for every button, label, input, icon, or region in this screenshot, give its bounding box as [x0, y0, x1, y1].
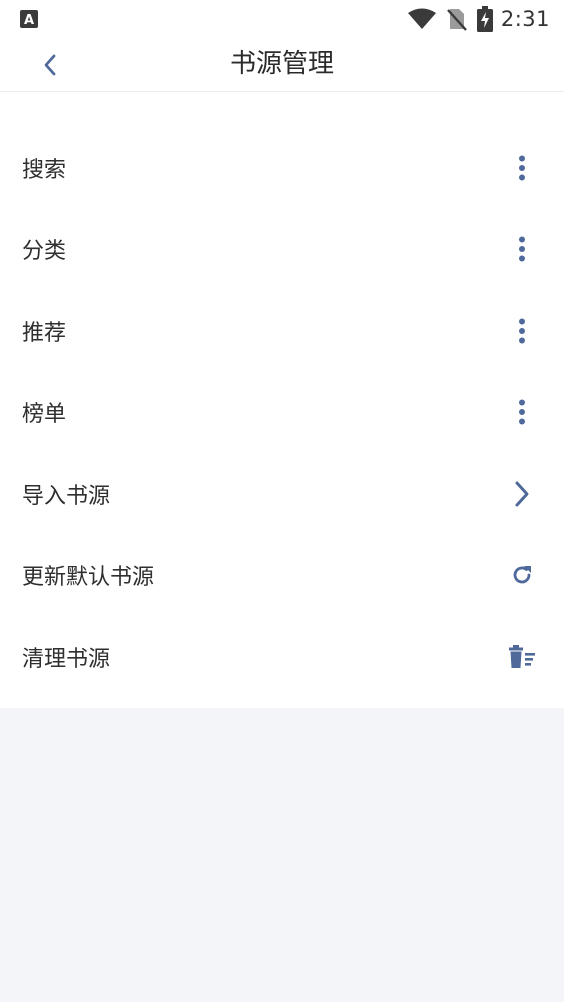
- app-notification-letter: A: [24, 13, 34, 28]
- more-vertical-icon: [519, 236, 525, 262]
- status-indicators: 2:31: [407, 0, 550, 38]
- list-item-label: 导入书源: [22, 483, 111, 509]
- back-button[interactable]: [30, 45, 70, 85]
- import-source-arrow: [504, 476, 540, 512]
- battery-charging-icon: [476, 6, 493, 32]
- chevron-left-icon: [44, 54, 56, 76]
- app-bar: 书源管理: [0, 38, 564, 92]
- more-vertical-icon: [519, 318, 525, 344]
- list-item-search[interactable]: 搜索: [0, 127, 564, 209]
- clean-source-button[interactable]: [504, 639, 540, 675]
- update-default-source-button[interactable]: [504, 557, 540, 593]
- list-item-label: 清理书源: [22, 646, 111, 672]
- status-bar: A 2:31: [0, 0, 564, 38]
- page-title: 书源管理: [229, 49, 334, 79]
- source-management-list: 搜索 分类 推荐 榜单 导入书源 更新默认书源 清理书源: [0, 92, 564, 708]
- ranking-more-button[interactable]: [504, 394, 540, 430]
- chevron-right-icon: [515, 481, 529, 507]
- status-time: 2:31: [500, 7, 550, 31]
- app-notification-icon: A: [20, 10, 38, 28]
- recommend-more-button[interactable]: [504, 313, 540, 349]
- no-sim-icon: [446, 9, 467, 31]
- search-more-button[interactable]: [504, 150, 540, 186]
- refresh-icon: [513, 566, 531, 584]
- wifi-icon: [407, 8, 436, 29]
- category-more-button[interactable]: [504, 231, 540, 267]
- more-vertical-icon: [519, 399, 525, 425]
- list-item-label: 搜索: [22, 157, 67, 183]
- list-item-label: 推荐: [22, 320, 67, 346]
- list-item-import-source[interactable]: 导入书源: [0, 453, 564, 535]
- list-item-recommend[interactable]: 推荐: [0, 290, 564, 372]
- list-item-update-default-source[interactable]: 更新默认书源: [0, 535, 564, 617]
- list-item-category[interactable]: 分类: [0, 209, 564, 291]
- list-item-label: 分类: [22, 239, 67, 265]
- trash-clear-icon: [509, 644, 535, 668]
- more-vertical-icon: [519, 155, 525, 181]
- list-item-ranking[interactable]: 榜单: [0, 372, 564, 454]
- list-item-clean-source[interactable]: 清理书源: [0, 616, 564, 698]
- list-item-label: 更新默认书源: [22, 565, 155, 591]
- list-item-label: 榜单: [22, 402, 67, 428]
